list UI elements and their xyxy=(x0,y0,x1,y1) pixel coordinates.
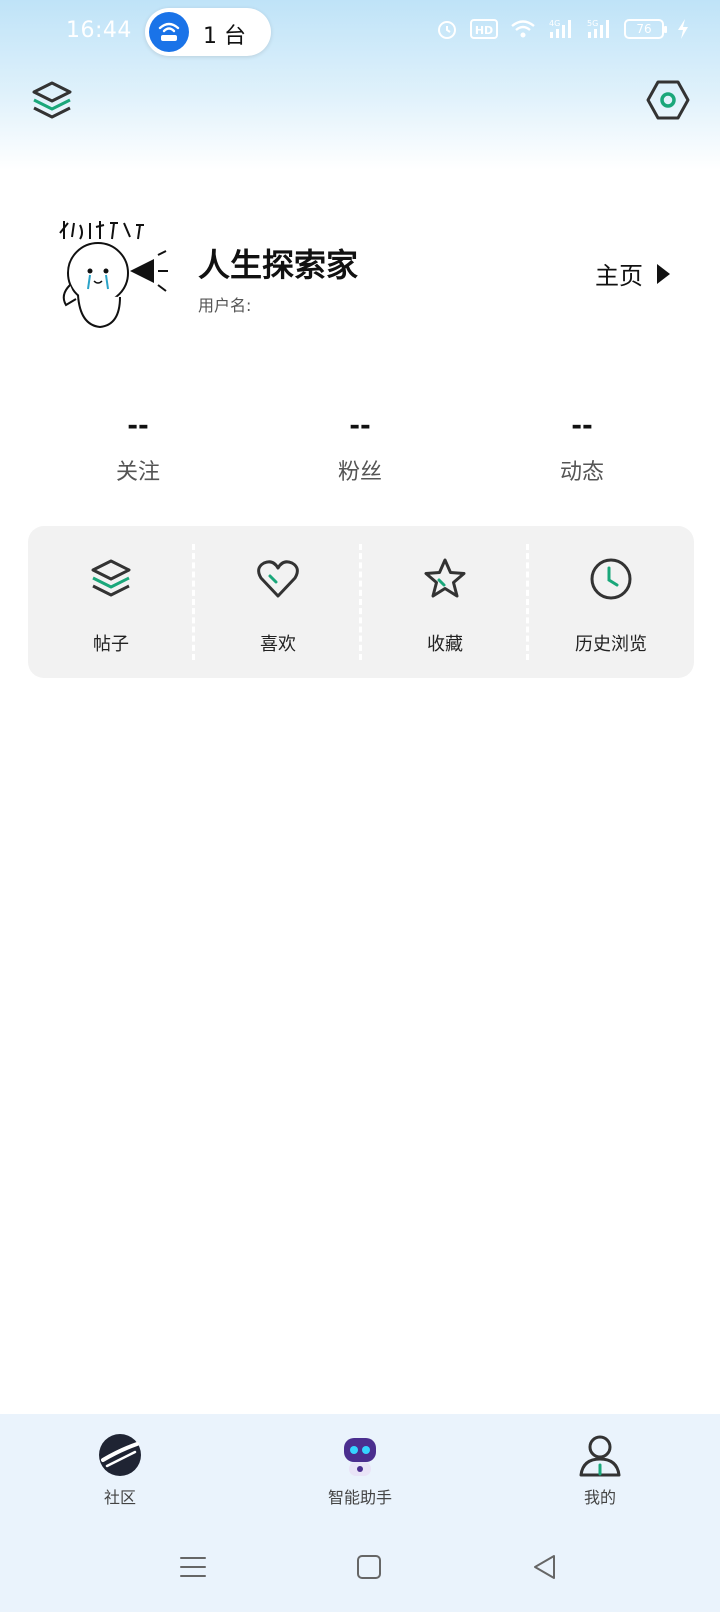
menu-item-likes[interactable]: 喜欢 xyxy=(195,526,361,678)
profile-username: 用户名: xyxy=(198,296,252,315)
settings-hexagon-icon[interactable] xyxy=(646,78,690,122)
menu-label: 历史浏览 xyxy=(575,634,647,655)
stat-posts[interactable]: -- 动态 xyxy=(502,410,662,486)
stat-label: 动态 xyxy=(559,460,604,485)
homepage-label: 主页 xyxy=(595,262,643,290)
nav-item-me[interactable]: 我的 xyxy=(540,1432,660,1508)
nav-label: 社区 xyxy=(103,1488,136,1507)
shortcut-menu: 帖子 喜欢 收藏 历史浏览 xyxy=(28,526,694,678)
user-icon xyxy=(579,1435,621,1477)
hotspot-label: 1 台 xyxy=(203,24,246,49)
stat-label: 关注 xyxy=(115,460,160,485)
menu-label: 帖子 xyxy=(93,634,129,655)
wifi-icon xyxy=(511,20,535,38)
menu-item-history[interactable]: 历史浏览 xyxy=(528,526,694,678)
heart-icon xyxy=(257,560,299,598)
robot-icon xyxy=(344,1438,376,1476)
avatar[interactable] xyxy=(50,215,170,335)
menu-item-favorites[interactable]: 收藏 xyxy=(362,526,528,678)
back-icon[interactable] xyxy=(530,1552,560,1582)
svg-text:5G: 5G xyxy=(587,19,598,28)
menu-label: 收藏 xyxy=(427,634,463,655)
signal-4g-icon: 4G xyxy=(549,19,571,38)
nav-item-assistant[interactable]: 智能助手 xyxy=(300,1432,420,1508)
stat-label: 粉丝 xyxy=(337,460,382,485)
bottom-nav: 社区 智能助手 我的 xyxy=(0,1414,720,1612)
hotspot-router-icon xyxy=(149,12,189,52)
star-icon xyxy=(424,558,466,598)
svg-text:4G: 4G xyxy=(549,19,560,28)
nav-item-community[interactable]: 社区 xyxy=(60,1432,180,1508)
hd-icon: HD xyxy=(470,19,498,39)
signal-5g-icon: 5G xyxy=(587,19,609,38)
menu-icon[interactable] xyxy=(178,1552,208,1582)
battery-indicator: 76 xyxy=(624,19,667,39)
play-arrow-icon xyxy=(657,263,670,284)
stat-value: -- xyxy=(571,411,593,441)
layers-icon xyxy=(91,559,131,597)
alarm-icon xyxy=(438,21,456,39)
menu-item-posts[interactable]: 帖子 xyxy=(28,526,194,678)
status-time: 16:44 xyxy=(66,18,132,43)
stat-value: -- xyxy=(127,411,149,441)
planet-icon xyxy=(99,1434,141,1476)
home-icon[interactable] xyxy=(354,1552,384,1582)
homepage-link[interactable]: 主页 xyxy=(595,256,670,291)
svg-text:HD: HD xyxy=(475,24,493,37)
menu-label: 喜欢 xyxy=(260,634,296,655)
layers-icon[interactable] xyxy=(30,78,74,122)
nav-label: 我的 xyxy=(583,1488,616,1507)
profile-stats: -- 关注 -- 粉丝 -- 动态 xyxy=(0,410,720,490)
nav-label: 智能助手 xyxy=(327,1488,392,1507)
stat-followers[interactable]: -- 粉丝 xyxy=(280,410,440,486)
status-bar: 16:44 1 台 HD 4G 5G 76 xyxy=(0,0,720,64)
bolt-icon xyxy=(678,19,688,39)
stat-following[interactable]: -- 关注 xyxy=(58,410,218,486)
stat-value: -- xyxy=(349,411,371,441)
clock-icon xyxy=(590,558,632,600)
hotspot-indicator[interactable]: 1 台 xyxy=(145,8,271,56)
status-icons: HD 4G 5G 76 xyxy=(436,18,690,40)
profile-nickname: 人生探索家 xyxy=(198,246,359,284)
